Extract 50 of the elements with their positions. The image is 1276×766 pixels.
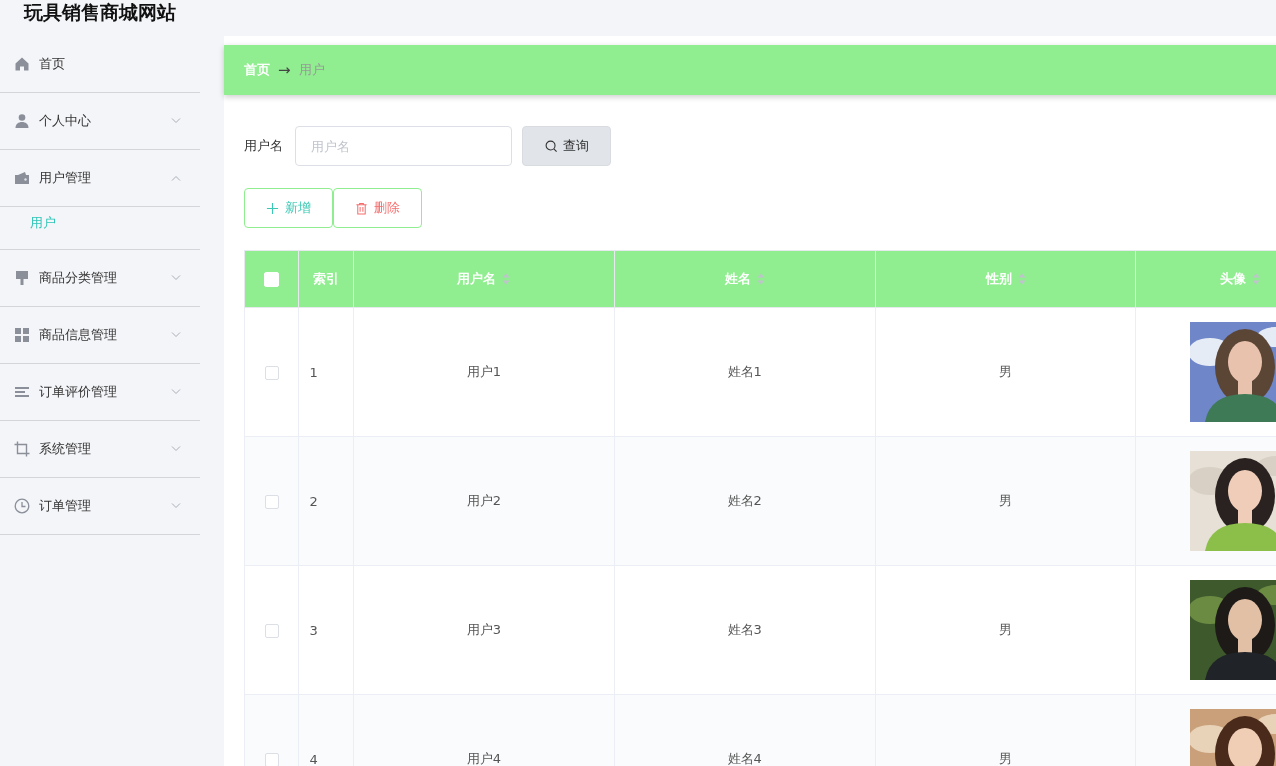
plus-icon bbox=[266, 201, 279, 215]
table-cell: 男 bbox=[999, 751, 1013, 766]
search-button[interactable]: 查询 bbox=[522, 126, 611, 166]
select-all-checkbox[interactable] bbox=[264, 272, 280, 287]
menu-item[interactable]: 订单管理 bbox=[0, 478, 200, 535]
table-cell: 男 bbox=[999, 364, 1013, 379]
table-cell: 姓名4 bbox=[727, 751, 762, 766]
brush-icon bbox=[14, 270, 30, 286]
person-icon bbox=[14, 113, 30, 129]
trash-icon bbox=[355, 201, 368, 215]
breadcrumb-separator: → bbox=[278, 61, 291, 79]
search-icon bbox=[544, 139, 558, 153]
sort-icon[interactable] bbox=[1251, 273, 1260, 285]
row-checkbox[interactable] bbox=[264, 494, 279, 509]
sort-icon[interactable] bbox=[1017, 273, 1026, 285]
menu-item[interactable]: 个人中心 bbox=[0, 93, 200, 150]
grid-icon bbox=[14, 327, 30, 343]
site-title: 玩具销售商城网站 bbox=[24, 0, 176, 24]
username-field[interactable]: 用户名 bbox=[295, 126, 512, 166]
table-cell: 4 bbox=[309, 751, 318, 766]
menu-item[interactable]: 首页 bbox=[0, 36, 200, 93]
table-cell: 姓名1 bbox=[727, 364, 762, 379]
table-cell: 用户3 bbox=[466, 622, 501, 637]
wallet-icon bbox=[14, 170, 30, 186]
row-checkbox[interactable] bbox=[264, 365, 279, 380]
breadcrumb-current: 用户 bbox=[298, 61, 325, 79]
list-icon bbox=[14, 384, 30, 400]
table-cell: 用户4 bbox=[466, 751, 501, 766]
table-cell: 男 bbox=[999, 493, 1013, 508]
menu-item[interactable]: 订单评价管理 bbox=[0, 364, 200, 421]
table-cell: 姓名2 bbox=[727, 493, 762, 508]
menu-item[interactable]: 用户管理 bbox=[0, 150, 200, 207]
table-cell: 2 bbox=[309, 493, 318, 509]
row-checkbox[interactable] bbox=[264, 623, 279, 638]
table-cell: 男 bbox=[999, 622, 1013, 637]
crop-icon bbox=[14, 441, 30, 457]
home-icon bbox=[14, 56, 30, 72]
field-label: 用户名 bbox=[244, 137, 283, 155]
table-cell: 1 bbox=[309, 364, 318, 380]
table-cell: 用户1 bbox=[466, 364, 501, 379]
row-checkbox[interactable] bbox=[264, 752, 279, 766]
menu-item[interactable]: 商品分类管理 bbox=[0, 250, 200, 307]
table-cell: 用户2 bbox=[466, 493, 501, 508]
sort-icon[interactable] bbox=[502, 273, 511, 285]
table-cell: 3 bbox=[309, 622, 318, 638]
clock-icon bbox=[14, 498, 30, 514]
menu-item[interactable]: 系统管理 bbox=[0, 421, 200, 478]
sort-icon[interactable] bbox=[756, 273, 765, 285]
table-cell: 姓名3 bbox=[727, 622, 762, 637]
menu-item[interactable]: 商品信息管理 bbox=[0, 307, 200, 364]
